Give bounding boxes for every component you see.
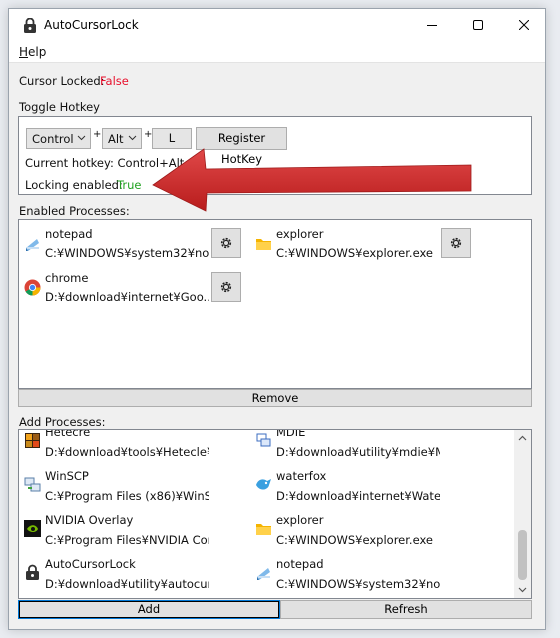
cursor-locked-label: Cursor Locked: — [19, 74, 105, 88]
cursor-locked-value: False — [100, 74, 129, 88]
process-path: C:¥Program Files¥NVIDIA Corporati... — [45, 533, 209, 547]
plus-sign-1: + — [93, 129, 102, 140]
minimize-icon — [427, 25, 437, 26]
process-path: D:¥download¥tools¥Hetecle¥Hetecr... — [45, 445, 209, 459]
menu-bar: Help — [9, 41, 545, 63]
add-list-scrollbar[interactable] — [514, 430, 531, 598]
process-name: AutoCursorLock — [45, 557, 136, 571]
locking-enabled-label: Locking enabled: — [25, 178, 123, 192]
hotkey-group: Control + Alt + L Register HotKey Curren… — [18, 116, 532, 195]
folder-icon — [256, 239, 271, 250]
process-path: C:¥WINDOWS¥system32¥no... — [45, 246, 209, 260]
process-name: explorer — [276, 513, 324, 527]
modifier1-select[interactable]: Control — [26, 128, 91, 149]
hetecre-icon — [25, 433, 40, 448]
process-path: D:¥download¥utility¥autocursorlock... — [45, 577, 209, 591]
process-path: C:¥WINDOWS¥explorer.exe — [276, 533, 433, 547]
nvidia-icon — [24, 520, 41, 537]
process-path: C:¥Program Files (x86)¥WinSCP¥Wi... — [45, 489, 209, 503]
modifier2-select[interactable]: Alt — [102, 128, 142, 149]
notepad-icon — [26, 239, 39, 251]
gear-icon — [220, 237, 232, 249]
chevron-down-icon — [77, 135, 86, 141]
current-hotkey-label: Current hotkey: Control+Alt+L — [25, 156, 201, 170]
process-settings-button[interactable] — [211, 228, 241, 258]
enabled-processes-label: Enabled Processes: — [19, 204, 130, 218]
process-name: notepad — [276, 557, 324, 571]
process-path: D:¥download¥internet¥WaterfoxPor... — [276, 489, 440, 503]
maximize-icon — [473, 20, 483, 30]
process-name: Hetecre — [45, 429, 91, 439]
hotkey-key-input[interactable]: L — [152, 128, 192, 149]
enabled-processes-list: notepad C:¥WINDOWS¥system32¥no... explor… — [18, 219, 532, 389]
process-name: chrome — [45, 271, 89, 285]
waterfox-icon — [256, 479, 271, 490]
modifier1-value: Control — [32, 131, 74, 146]
close-button[interactable] — [501, 9, 545, 41]
process-name: WinSCP — [45, 469, 89, 483]
add-processes-list: Hetecre D:¥download¥tools¥Hetecle¥Hetecr… — [18, 429, 532, 599]
toggle-hotkey-label: Toggle Hotkey — [19, 100, 100, 114]
close-icon — [519, 20, 529, 30]
chevron-down-icon — [128, 135, 137, 141]
title-bar: AutoCursorLock — [9, 9, 545, 41]
winscp-icon — [24, 477, 41, 492]
refresh-button[interactable]: Refresh — [280, 600, 532, 619]
add-processes-label: Add Processes: — [19, 415, 106, 429]
process-name: waterfox — [276, 469, 327, 483]
mdie-icon — [256, 433, 271, 447]
locking-enabled-value: True — [117, 178, 142, 192]
autocursorlock-icon — [26, 564, 39, 580]
app-window: AutoCursorLock Help Cursor Locked: False… — [8, 8, 546, 630]
process-path: D:¥download¥utility¥mdie¥MDIE.exe — [276, 445, 440, 459]
gear-icon — [220, 281, 232, 293]
window-title: AutoCursorLock — [44, 18, 139, 32]
minimize-button[interactable] — [409, 9, 455, 41]
process-name: notepad — [45, 227, 93, 241]
process-path: C:¥WINDOWS¥explorer.exe — [276, 246, 433, 260]
app-lock-icon — [24, 18, 36, 33]
process-name: MDIE — [276, 429, 306, 439]
process-name: explorer — [276, 227, 324, 241]
maximize-button[interactable] — [455, 9, 501, 41]
modifier2-value: Alt — [108, 131, 124, 146]
register-hotkey-button[interactable]: Register HotKey — [196, 127, 287, 166]
folder-icon — [256, 524, 271, 535]
remove-button[interactable]: Remove — [18, 389, 532, 407]
chrome-icon — [24, 279, 41, 296]
scroll-thumb[interactable] — [518, 530, 527, 580]
menu-help[interactable]: Help — [19, 45, 46, 59]
process-name: NVIDIA Overlay — [45, 513, 134, 527]
process-path: C:¥WINDOWS¥system32¥notepad.e... — [276, 577, 440, 591]
scroll-up-icon — [518, 435, 527, 441]
gear-icon — [450, 237, 462, 249]
process-settings-button[interactable] — [441, 228, 471, 258]
process-path: D:¥download¥internet¥Goo... — [45, 290, 209, 304]
add-button[interactable]: Add — [18, 600, 280, 619]
scroll-down-icon — [518, 587, 527, 593]
notepad-icon — [257, 568, 270, 580]
process-settings-button[interactable] — [211, 272, 241, 302]
